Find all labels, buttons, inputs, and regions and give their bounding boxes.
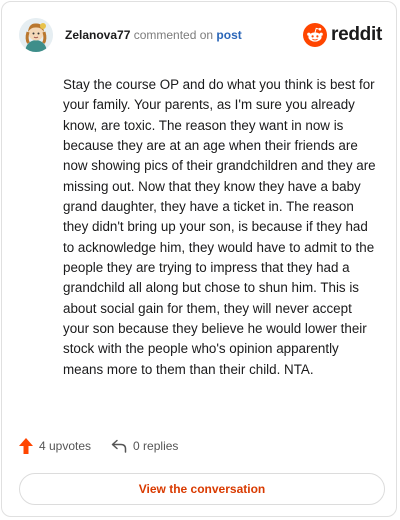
username[interactable]: Zelanova77 <box>65 28 130 42</box>
comment-actions: 4 upvotes 0 replies <box>19 438 178 454</box>
reddit-brand[interactable]: reddit <box>303 23 382 47</box>
avatar-illustration <box>19 18 53 52</box>
avatar[interactable] <box>19 18 53 52</box>
comment-card: Zelanova77 commented on post reddit Stay… <box>1 1 397 517</box>
upvote-button[interactable]: 4 upvotes <box>19 438 91 454</box>
post-link[interactable]: post <box>216 28 241 42</box>
view-conversation-button[interactable]: View the conversation <box>19 473 385 505</box>
upvote-arrow-icon <box>19 438 33 454</box>
comment-byline: Zelanova77 commented on post <box>65 28 242 42</box>
reply-button[interactable]: 0 replies <box>111 439 178 453</box>
reply-arrow-icon <box>111 439 127 453</box>
reply-count: 0 replies <box>133 439 179 453</box>
comment-header: Zelanova77 commented on post reddit <box>19 16 382 54</box>
byline-action-text: commented on <box>130 28 217 42</box>
reddit-logo-icon <box>303 23 328 47</box>
comment-body: Stay the course OP and do what you think… <box>63 77 376 377</box>
reddit-wordmark: reddit <box>331 24 382 45</box>
upvote-count: 4 upvotes <box>39 439 92 453</box>
